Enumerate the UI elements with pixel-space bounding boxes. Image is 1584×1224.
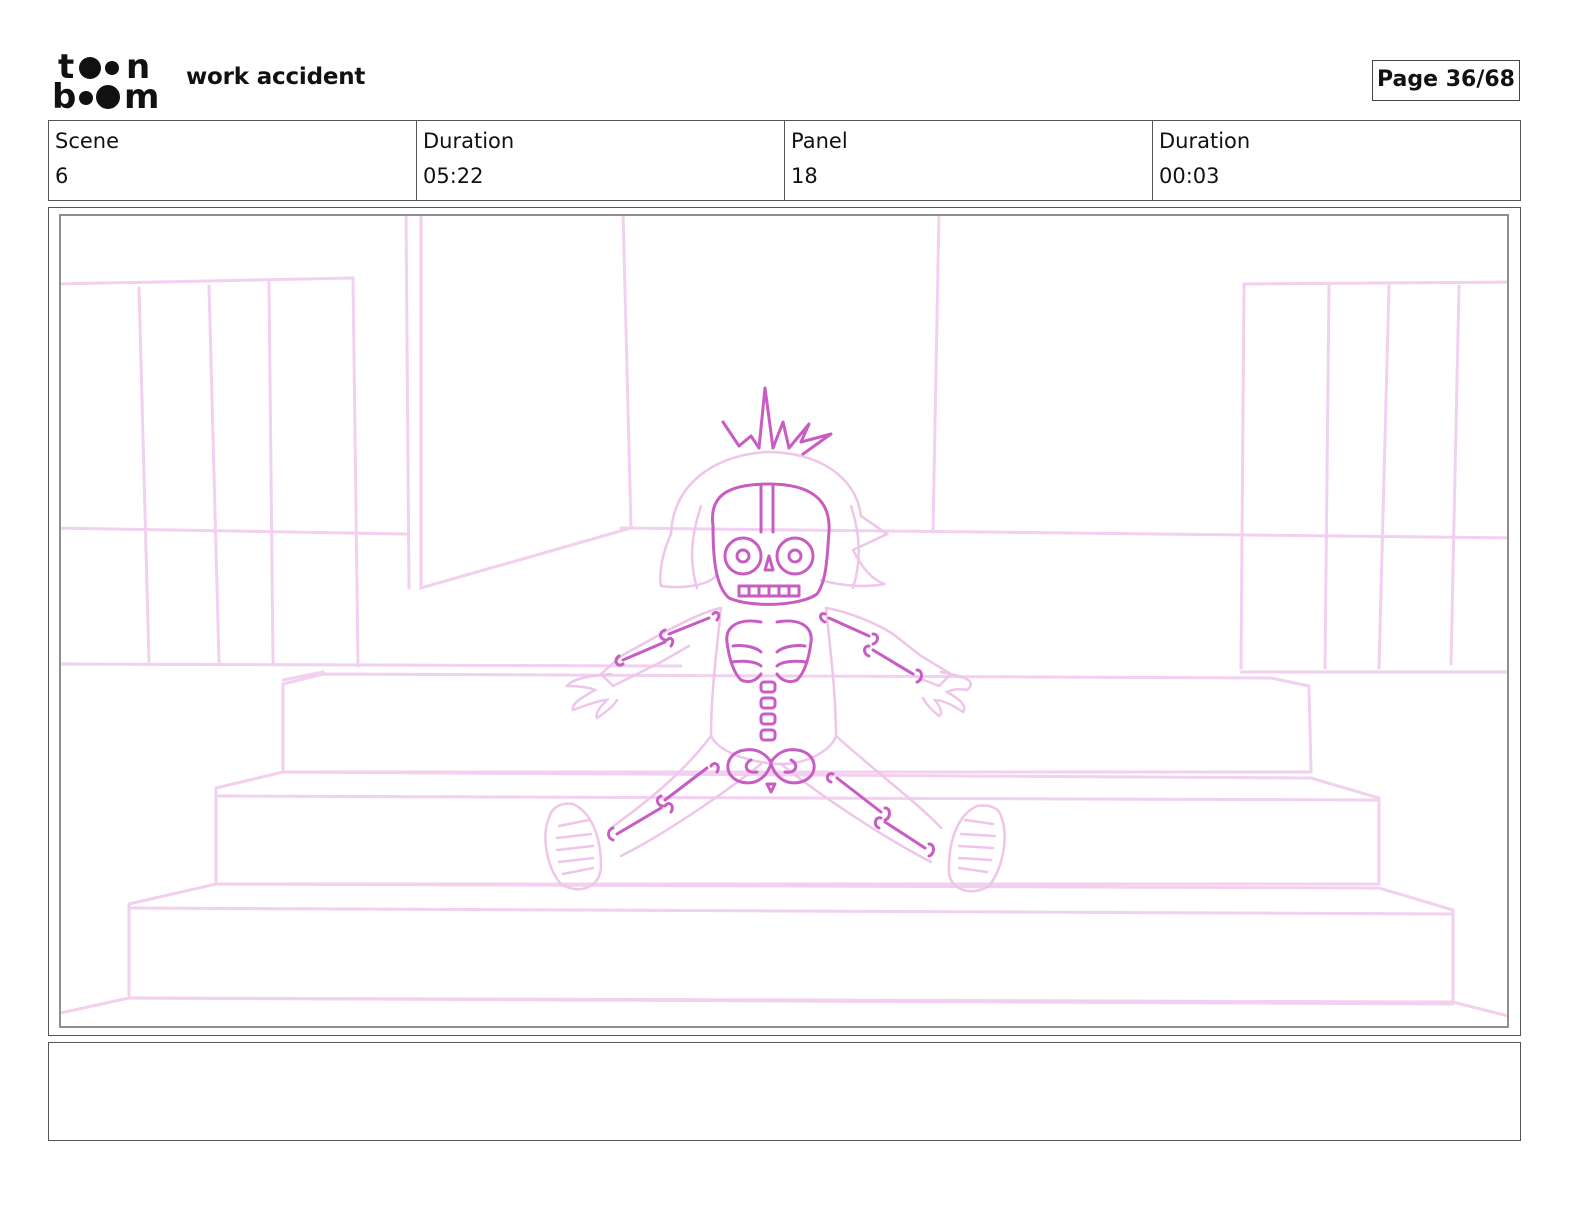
panel-duration-cell: Duration 00:03	[1152, 121, 1520, 200]
character-sketch-light	[544, 450, 1006, 893]
scene-value: 6	[55, 164, 69, 188]
toon-boom-logo: t n b m	[50, 47, 166, 117]
svg-text:b: b	[52, 77, 76, 114]
scene-duration-label: Duration	[423, 129, 515, 153]
project-title: work accident	[186, 64, 366, 90]
character-sketch-skeleton	[607, 386, 935, 858]
panel-value: 18	[791, 164, 818, 188]
storyboard-panel-image	[59, 214, 1509, 1028]
panel-label: Panel	[791, 129, 848, 153]
panel-duration-value: 00:03	[1159, 164, 1220, 188]
scene-label: Scene	[55, 129, 120, 153]
background-sketch	[61, 216, 1507, 1018]
logo-mark: t n b m	[52, 47, 159, 117]
scene-cell: Scene 6	[49, 121, 416, 200]
panel-info-table: Scene 6 Duration 05:22 Panel 18 Duration…	[48, 120, 1521, 201]
sketch-drawing	[61, 216, 1507, 1018]
page-number-badge: Page 36/68	[1372, 60, 1520, 101]
svg-text:m: m	[124, 77, 159, 114]
panel-notes-box	[48, 1042, 1521, 1141]
scene-duration-cell: Duration 05:22	[416, 121, 784, 200]
panel-duration-label: Duration	[1159, 129, 1251, 153]
scene-duration-value: 05:22	[423, 164, 484, 188]
panel-cell: Panel 18	[784, 121, 1152, 200]
